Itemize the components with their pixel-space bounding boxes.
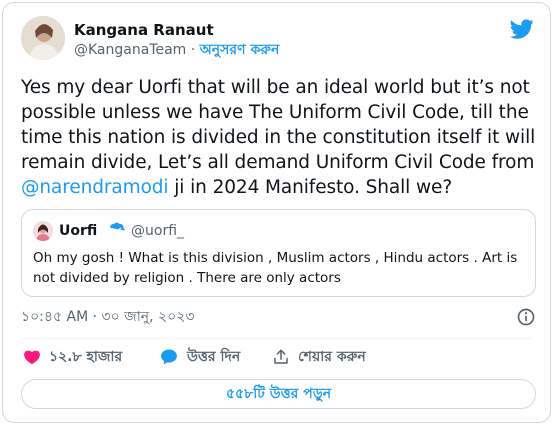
quoted-author-handle: @uorfi_ <box>131 223 185 239</box>
follow-button[interactable]: অনুসরণ করুন <box>200 42 280 58</box>
mention-link[interactable]: @narendramodi <box>21 177 169 198</box>
tweet-text-part: ji in 2024 Manifesto. Shall we? <box>168 177 453 198</box>
quoted-tweet-text: Oh my gosh ! What is this division , Mus… <box>33 250 518 286</box>
author-handle[interactable]: @KanganaTeam <box>74 42 186 58</box>
like-count: ১২.৮ হাজার <box>49 349 123 365</box>
quoted-author-name: Uorfi <box>59 223 98 239</box>
author-handle-row: @KanganaTeam · অনুসরণ করুন <box>74 41 279 59</box>
tweet-timestamp[interactable]: ১০:৪৫ AM · ৩০ জানু, ২০২৩ <box>21 308 194 326</box>
twitter-bird-icon[interactable] <box>510 17 534 41</box>
handle-separator: · <box>190 42 196 58</box>
heart-icon <box>24 350 40 365</box>
like-button[interactable]: ১২.৮ হাজার <box>23 346 122 368</box>
quoted-author-avatar <box>33 221 53 241</box>
divider <box>21 338 532 339</box>
reply-bubble-icon <box>161 349 177 365</box>
info-icon[interactable] <box>516 307 536 327</box>
tweet-text: Yes my dear Uorfi that will be an ideal … <box>21 75 536 200</box>
verified-badge-icon <box>110 222 125 234</box>
share-button[interactable]: শেয়ার করুন <box>272 346 366 368</box>
read-replies-button[interactable]: ৫৫৮টি উত্তর পড়ুন <box>21 379 536 409</box>
reply-label: উত্তর দিন <box>187 349 241 365</box>
author-name[interactable]: Kangana Ranaut <box>74 21 214 39</box>
author-avatar[interactable] <box>21 16 65 60</box>
share-icon <box>274 349 288 364</box>
tweet-card: Kangana Ranaut @KanganaTeam · অনুসরণ করু… <box>2 2 551 423</box>
share-label: শেয়ার করুন <box>298 349 366 365</box>
reply-button[interactable]: উত্তর দিন <box>159 346 240 368</box>
tweet-text-part: Yes my dear Uorfi that will be an ideal … <box>21 77 536 173</box>
quoted-tweet[interactable]: Uorfi @uorfi_ Oh my gosh ! What is this … <box>21 209 536 297</box>
